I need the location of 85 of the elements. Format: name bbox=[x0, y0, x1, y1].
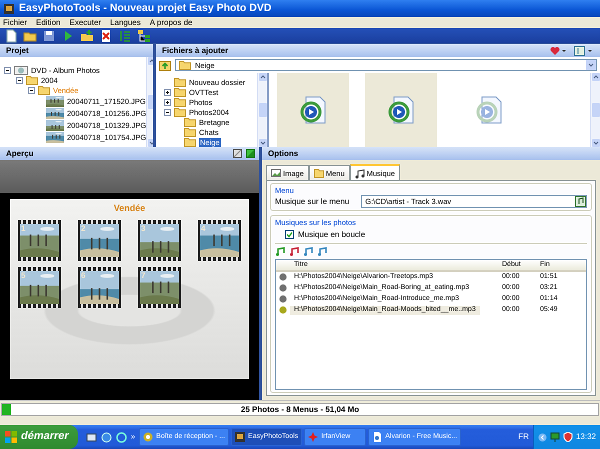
scroll-down-icon[interactable] bbox=[592, 139, 600, 147]
mail-icon bbox=[143, 432, 154, 442]
more-button[interactable]: » bbox=[130, 432, 136, 442]
panel-header: Projet bbox=[0, 44, 153, 57]
clock: 13:32 bbox=[576, 432, 596, 442]
scroll-up-icon[interactable] bbox=[258, 73, 266, 81]
move-up-icon[interactable] bbox=[303, 246, 313, 256]
folder-icon bbox=[174, 77, 186, 87]
tree-icon[interactable] bbox=[137, 28, 151, 42]
menu-item[interactable]: Fichier bbox=[3, 18, 28, 28]
app-icon bbox=[3, 2, 15, 14]
scroll-thumb[interactable] bbox=[592, 103, 600, 117]
file-tile[interactable] bbox=[277, 73, 349, 147]
scroll-up-icon[interactable] bbox=[592, 73, 600, 81]
status-text: 25 Photos - 8 Menus - 51,04 Mo bbox=[240, 404, 360, 414]
scrollbar[interactable] bbox=[590, 73, 600, 147]
folder-icon bbox=[174, 107, 186, 117]
folder-icon bbox=[184, 117, 196, 127]
folder-icon bbox=[314, 168, 324, 178]
splash-icon bbox=[308, 432, 318, 442]
thumbnail-number: 5 bbox=[21, 270, 26, 280]
thumbnail-number: 1 bbox=[21, 224, 26, 234]
file-tile[interactable] bbox=[365, 73, 437, 147]
field-label: Musique sur le menu bbox=[275, 196, 350, 206]
save-icon[interactable] bbox=[42, 28, 56, 42]
menu-item[interactable]: Executer bbox=[69, 18, 102, 28]
menu-item[interactable]: A propos de bbox=[150, 18, 192, 28]
shield-icon[interactable] bbox=[562, 432, 573, 442]
app-icon bbox=[235, 432, 246, 442]
folder-icon bbox=[174, 87, 186, 97]
network-icon[interactable] bbox=[550, 432, 560, 442]
menu-item[interactable]: Langues bbox=[110, 18, 141, 28]
menu-item[interactable]: Edition bbox=[36, 18, 60, 28]
folder-icon bbox=[174, 97, 186, 107]
delete-icon[interactable] bbox=[99, 28, 113, 42]
start-button[interactable]: démarrer bbox=[0, 425, 78, 449]
menu-title: Vendée bbox=[114, 203, 146, 214]
expander-icon[interactable] bbox=[164, 108, 171, 116]
music-note-icon bbox=[354, 168, 365, 178]
browser-icon[interactable] bbox=[100, 432, 112, 442]
checkbox-label: Musique en boucle bbox=[298, 230, 366, 240]
scroll-thumb[interactable] bbox=[258, 103, 266, 117]
folder-up-icon[interactable] bbox=[159, 60, 171, 70]
document-icon bbox=[372, 432, 382, 442]
thumbnail-number: 2 bbox=[81, 224, 86, 234]
media-file-icon bbox=[476, 96, 502, 124]
image-icon bbox=[271, 168, 281, 178]
language-indicator[interactable]: FR bbox=[518, 432, 529, 442]
panel-header: Aperçu bbox=[6, 148, 34, 158]
folder-icon bbox=[38, 85, 50, 95]
thumbnail-number: 7 bbox=[141, 270, 146, 280]
add-folder-icon[interactable] bbox=[80, 28, 94, 42]
expander-icon[interactable] bbox=[28, 86, 35, 94]
media-file-icon bbox=[300, 96, 326, 124]
checkbox[interactable] bbox=[285, 230, 294, 240]
thumbnail-number: 4 bbox=[201, 224, 206, 234]
media-player-icon[interactable] bbox=[116, 432, 127, 442]
expander-icon[interactable] bbox=[16, 76, 23, 84]
scroll-down-icon[interactable] bbox=[258, 139, 266, 147]
folder-icon bbox=[184, 127, 196, 137]
panel-header: Options bbox=[262, 147, 600, 160]
scrollbar[interactable] bbox=[257, 73, 267, 147]
desktop-icon[interactable] bbox=[86, 432, 97, 442]
add-music-icon[interactable] bbox=[275, 246, 285, 256]
folder-icon bbox=[179, 60, 191, 70]
expand-tray-icon[interactable] bbox=[538, 432, 547, 442]
folder-icon bbox=[26, 75, 38, 85]
list-icon[interactable] bbox=[118, 28, 132, 42]
heart-icon[interactable] bbox=[550, 46, 566, 56]
expander-icon[interactable] bbox=[164, 98, 171, 106]
window-title: EasyPhotoTools - Nouveau projet Easy Photo DVD bbox=[19, 2, 272, 15]
view-icon[interactable] bbox=[574, 46, 592, 56]
thumbnail-number: 6 bbox=[81, 270, 86, 280]
panel-header: Fichiers à ajouter bbox=[162, 46, 228, 56]
scrollbar[interactable] bbox=[146, 57, 153, 147]
caret-icon bbox=[586, 60, 596, 70]
media-file-icon bbox=[388, 96, 414, 124]
windows-logo-icon bbox=[5, 431, 17, 443]
expander-icon[interactable] bbox=[4, 66, 11, 74]
thumbnail-number: 3 bbox=[141, 224, 146, 234]
remove-music-icon[interactable] bbox=[289, 246, 299, 256]
browse-music-icon[interactable] bbox=[575, 196, 586, 207]
move-down-icon[interactable] bbox=[317, 246, 327, 256]
window-icon[interactable] bbox=[233, 149, 242, 158]
expander-icon[interactable] bbox=[164, 88, 171, 96]
